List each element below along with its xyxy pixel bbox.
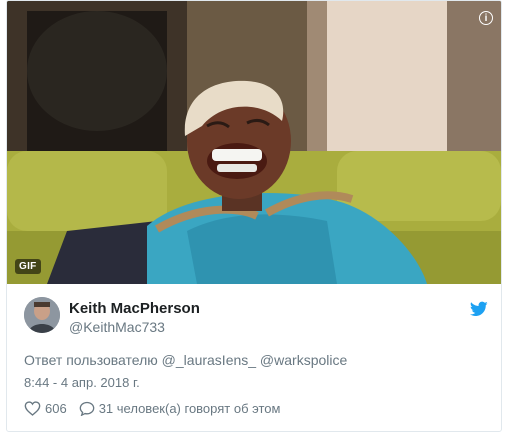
avatar-image xyxy=(24,297,60,333)
speech-bubble-icon xyxy=(79,401,95,416)
author-name[interactable]: Keith MacPherson xyxy=(69,300,200,317)
info-icon[interactable]: i xyxy=(479,11,493,25)
reply-context[interactable]: Ответ пользователю @_laurasIens_ @warksp… xyxy=(24,352,347,368)
avatar[interactable] xyxy=(24,297,60,333)
tweet-author[interactable]: Keith MacPherson @KeithMac733 xyxy=(24,297,494,337)
reply-count-label: 31 человек(а) говорят об этом xyxy=(98,401,281,416)
author-handle[interactable]: @KeithMac733 xyxy=(69,319,165,335)
tweet-timestamp[interactable]: 8:44 - 4 апр. 2018 г. xyxy=(24,375,140,390)
gif-badge: GIF xyxy=(15,259,41,274)
gif-frame-illustration xyxy=(7,1,501,284)
tweet-gif-media[interactable]: i GIF xyxy=(7,1,501,284)
embedded-tweet-card: i GIF Keith MacPherson @KeithMac733 Отве… xyxy=(6,0,502,432)
like-button[interactable]: 606 xyxy=(24,401,67,416)
tweet-actions: 606 31 человек(а) говорят об этом xyxy=(24,401,280,416)
heart-icon xyxy=(24,401,41,416)
like-count: 606 xyxy=(45,401,67,416)
twitter-bird-icon[interactable] xyxy=(470,301,488,317)
reply-button[interactable]: 31 человек(а) говорят об этом xyxy=(79,401,281,416)
